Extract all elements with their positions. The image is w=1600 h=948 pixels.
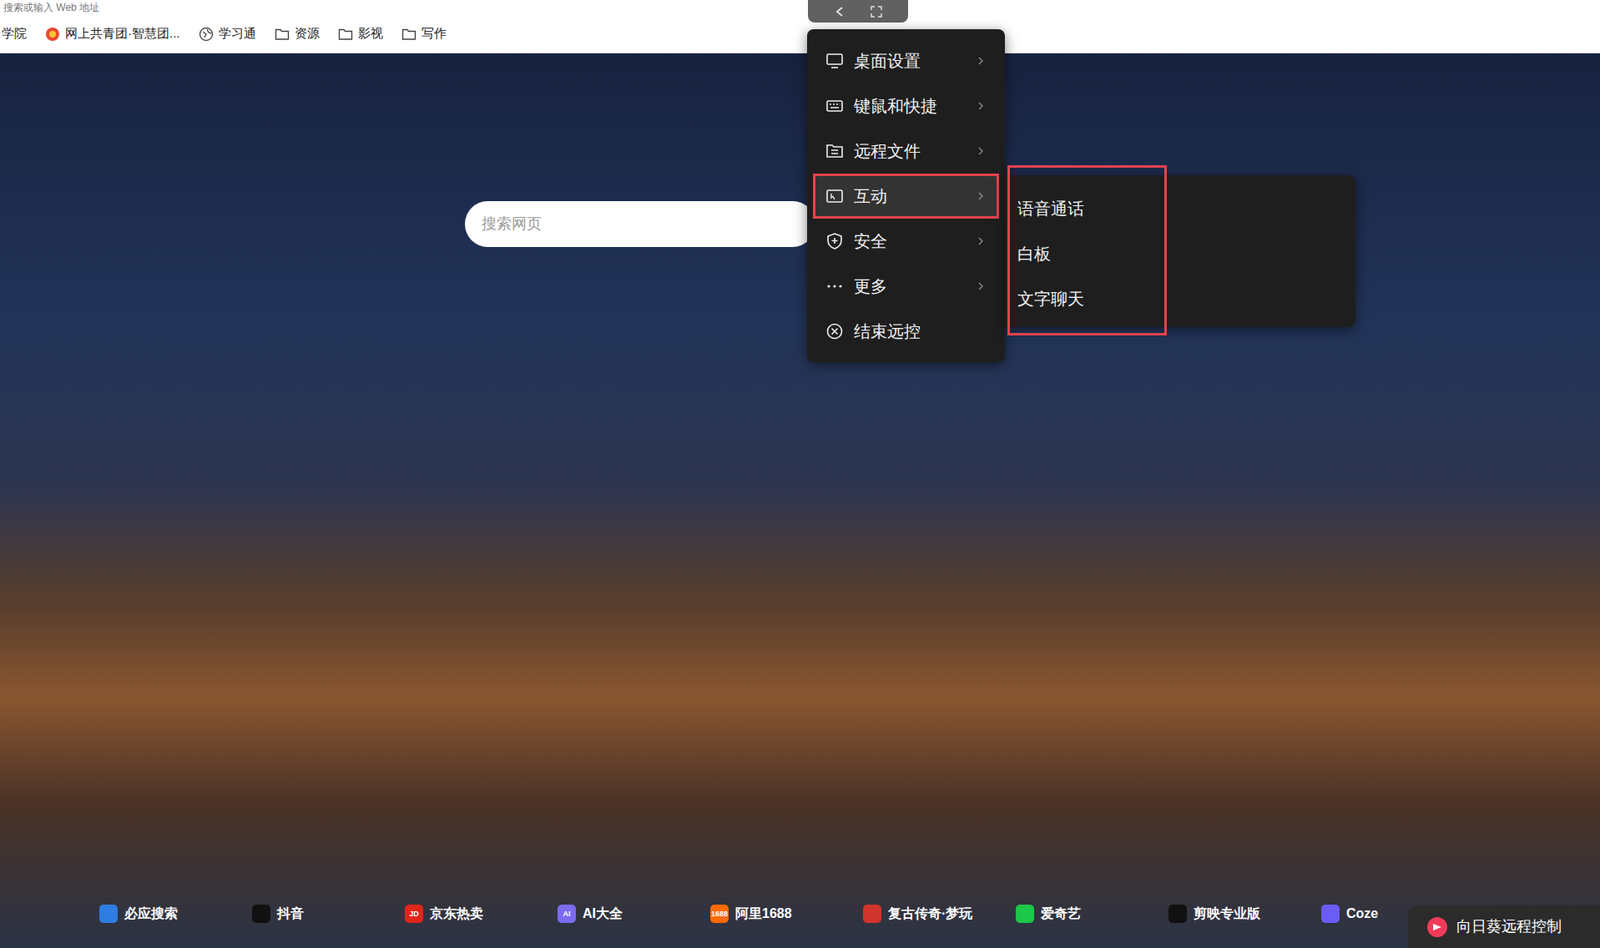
quick-link[interactable]: 复古传奇·梦玩 (863, 903, 1016, 924)
site-icon: JD (404, 904, 424, 924)
quick-link[interactable]: JD京东热卖 (404, 903, 558, 924)
site-icon (863, 904, 882, 924)
quick-link[interactable]: 剪映专业版 (1168, 903, 1322, 924)
folder-icon (274, 27, 290, 41)
menu-item[interactable]: 远程文件 (812, 128, 1000, 174)
bookmark-item[interactable]: 网上共青团·智慧团... (45, 24, 181, 44)
bookmark-item[interactable]: 写作 (401, 24, 447, 44)
chevron-right-icon (976, 100, 985, 112)
menu-item[interactable]: 结束远控 (812, 308, 1000, 354)
submenu: 语音通话白板文字聊天 (1007, 165, 1167, 336)
quick-links: 必应搜索抖音JD京东热卖AIAI大全1688阿里1688复古传奇·梦玩爱奇艺剪映… (0, 901, 1600, 927)
search-input[interactable] (481, 212, 816, 236)
globe-icon (198, 26, 214, 42)
site-icon: AI (557, 904, 576, 924)
folder-icon (401, 27, 417, 41)
remote-menu: 桌面设置键鼠和快捷远程文件互动安全更多结束远控 (807, 29, 1005, 363)
chevron-right-icon (976, 235, 985, 248)
sunlogin-logo-icon (1426, 916, 1449, 939)
folder-icon (338, 27, 354, 41)
menu-item[interactable]: 更多 (812, 263, 1000, 309)
monitor-icon (825, 51, 844, 71)
search-box[interactable] (464, 201, 816, 248)
bookmark-item[interactable]: 学院 (1, 24, 27, 44)
menu-item[interactable]: 键鼠和快捷 (812, 83, 1000, 129)
site-icon (99, 904, 118, 924)
site-icon (1168, 904, 1187, 924)
close-circle-icon (825, 322, 844, 341)
bookmark-item[interactable]: 影视 (338, 24, 384, 44)
site-icon (1015, 904, 1035, 924)
quick-link[interactable]: AIAI大全 (557, 903, 711, 924)
remote-toolbar[interactable] (807, 0, 909, 23)
keyboard-icon (825, 96, 844, 116)
submenu-item[interactable]: 文字聊天 (1009, 276, 1165, 322)
bookmarks-bar: 学院网上共青团·智慧团... 学习通资源影视写作 (0, 15, 1600, 54)
sunlogin-badge[interactable]: 向日葵远程控制 (1408, 905, 1600, 948)
youth-league-icon (45, 26, 61, 42)
more-icon (825, 277, 844, 296)
quick-link[interactable]: 必应搜索 (99, 903, 253, 924)
address-strip: 搜索或输入 Web 地址 (0, 0, 1600, 16)
menu-item[interactable]: 互动 (812, 173, 1000, 219)
chevron-right-icon (976, 145, 985, 157)
submenu-item[interactable]: 语音通话 (1009, 186, 1165, 232)
interaction-icon (825, 186, 844, 206)
quick-link[interactable]: 爱奇艺 (1015, 903, 1169, 924)
chevron-right-icon (976, 280, 985, 293)
site-icon: 1688 (710, 904, 729, 924)
quick-link[interactable]: 抖音 (252, 903, 405, 924)
collapse-icon[interactable] (832, 5, 847, 19)
shield-icon (825, 232, 844, 251)
address-field[interactable]: 搜索或输入 Web 地址 (3, 1, 100, 14)
quick-link[interactable]: 1688阿里1688 (710, 903, 864, 924)
site-icon (1321, 904, 1340, 924)
menu-item[interactable]: 安全 (812, 218, 1000, 264)
fullscreen-icon[interactable] (869, 5, 884, 19)
site-icon (252, 904, 271, 924)
chevron-right-icon (976, 190, 985, 202)
desktop-background: 必应搜索抖音JD京东热卖AIAI大全1688阿里1688复古传奇·梦玩爱奇艺剪映… (0, 53, 1600, 948)
bookmark-item[interactable]: 资源 (274, 24, 320, 44)
bookmark-item[interactable]: 学习通 (198, 24, 257, 44)
menu-item[interactable]: 桌面设置 (812, 38, 1000, 84)
chevron-right-icon (976, 55, 985, 67)
submenu-item[interactable]: 白板 (1009, 231, 1165, 277)
file-transfer-icon (825, 141, 844, 161)
